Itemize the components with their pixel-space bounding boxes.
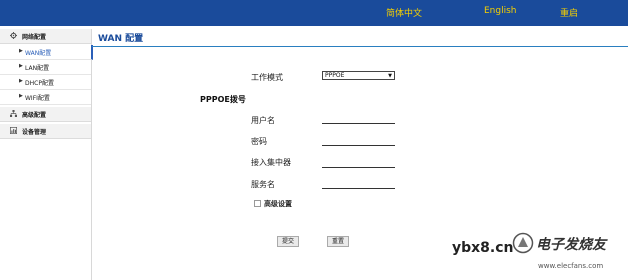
title-divider (92, 46, 628, 47)
service-name-field[interactable] (322, 182, 395, 189)
username-field[interactable] (322, 117, 395, 124)
sidebar-item-label: LAN配置 (25, 65, 50, 72)
advanced-checkbox[interactable] (254, 200, 261, 207)
top-bar: 简体中文 English 重启 (0, 0, 628, 26)
reset-button[interactable]: 重置 (327, 236, 349, 247)
sidebar-item-lan[interactable]: ▶ LAN配置 (0, 60, 91, 75)
submit-button[interactable]: 提交 (277, 236, 299, 247)
sidebar-item-label: WAN配置 (25, 50, 52, 57)
caret-right-icon: ▶ (19, 48, 23, 54)
sidebar-group-network[interactable]: 网络配置 (0, 29, 91, 44)
language-english-link[interactable]: English (484, 6, 517, 16)
service-name-label: 服务名 (251, 180, 275, 189)
pppoe-section-title: PPPOE拨号 (200, 95, 246, 104)
password-field[interactable] (322, 139, 395, 146)
sidebar-item-wifi[interactable]: ▶ WIFI配置 (0, 90, 91, 105)
sidebar: 网络配置 ▶ WAN配置 ▶ LAN配置 ▶ DHCP配置 ▶ WIFI配置 高… (0, 29, 93, 280)
sidebar-group-device[interactable]: 设备管理 (0, 124, 91, 139)
sidebar-item-label: WIFI配置 (25, 95, 50, 102)
caret-right-icon: ▶ (19, 78, 23, 84)
mode-select[interactable]: PPPOE ▼ (322, 71, 395, 80)
password-label: 密码 (251, 137, 267, 146)
username-label: 用户名 (251, 116, 275, 125)
caret-right-icon: ▶ (19, 93, 23, 99)
restart-link[interactable]: 重启 (560, 6, 578, 19)
concentrator-field[interactable] (322, 161, 395, 168)
advanced-label: 高级设置 (264, 200, 292, 208)
mode-label: 工作模式 (251, 73, 283, 82)
sidebar-item-dhcp[interactable]: ▶ DHCP配置 (0, 75, 91, 90)
sidebar-item-label: DHCP配置 (25, 80, 54, 87)
sidebar-group-label: 高级配置 (22, 112, 47, 119)
sidebar-group-advanced[interactable]: 高级配置 (0, 107, 91, 122)
bar-chart-icon (10, 127, 17, 134)
sidebar-group-label: 网络配置 (22, 34, 47, 41)
watermark-url: www.elecfans.com (538, 262, 604, 270)
watermark-brand: 电子发烧友 (536, 237, 606, 253)
sidebar-item-wan[interactable]: ▶ WAN配置 (0, 45, 93, 60)
network-tree-icon (10, 110, 17, 117)
mode-select-value: PPPOE (325, 72, 345, 79)
concentrator-label: 接入集中器 (251, 158, 291, 167)
watermark-logo-icon (512, 232, 534, 254)
gear-icon (10, 32, 17, 39)
chevron-down-icon: ▼ (388, 73, 392, 79)
sidebar-group-label: 设备管理 (22, 129, 47, 136)
watermark-site: ybx8.cn (452, 240, 514, 256)
language-chinese-link[interactable]: 简体中文 (386, 6, 422, 19)
page-title: WAN 配置 (98, 34, 144, 44)
caret-right-icon: ▶ (19, 63, 23, 69)
